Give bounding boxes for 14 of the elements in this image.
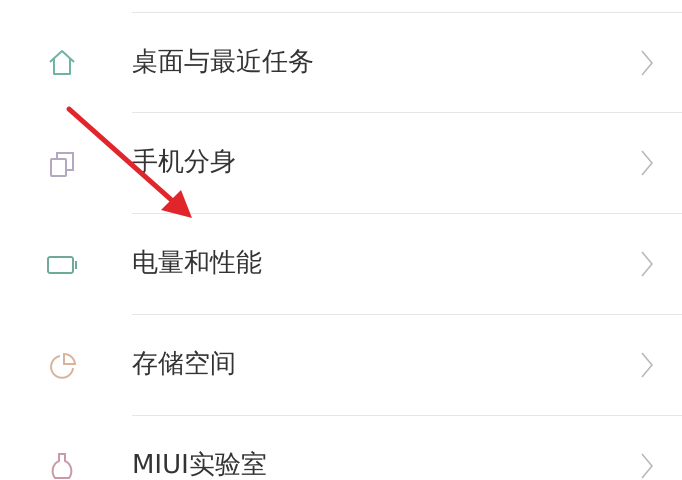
- row-label: 手机分身: [132, 147, 237, 179]
- chevron-right-icon: [640, 351, 654, 379]
- chevron-right-icon: [640, 149, 654, 177]
- row-label: MIUI实验室: [132, 450, 268, 480]
- row-label: 存储空间: [132, 349, 237, 381]
- settings-row[interactable]: 电量和性能: [0, 214, 682, 315]
- chevron-right-icon: [640, 452, 654, 480]
- settings-row[interactable]: 桌面与最近任务: [0, 12, 682, 113]
- settings-row[interactable]: MIUI实验室: [0, 416, 682, 480]
- row-label: 桌面与最近任务: [132, 46, 315, 78]
- row-label: 电量和性能: [132, 248, 263, 280]
- settings-row[interactable]: 存储空间: [0, 315, 682, 416]
- chevron-right-icon: [640, 250, 654, 278]
- chevron-right-icon: [640, 48, 654, 76]
